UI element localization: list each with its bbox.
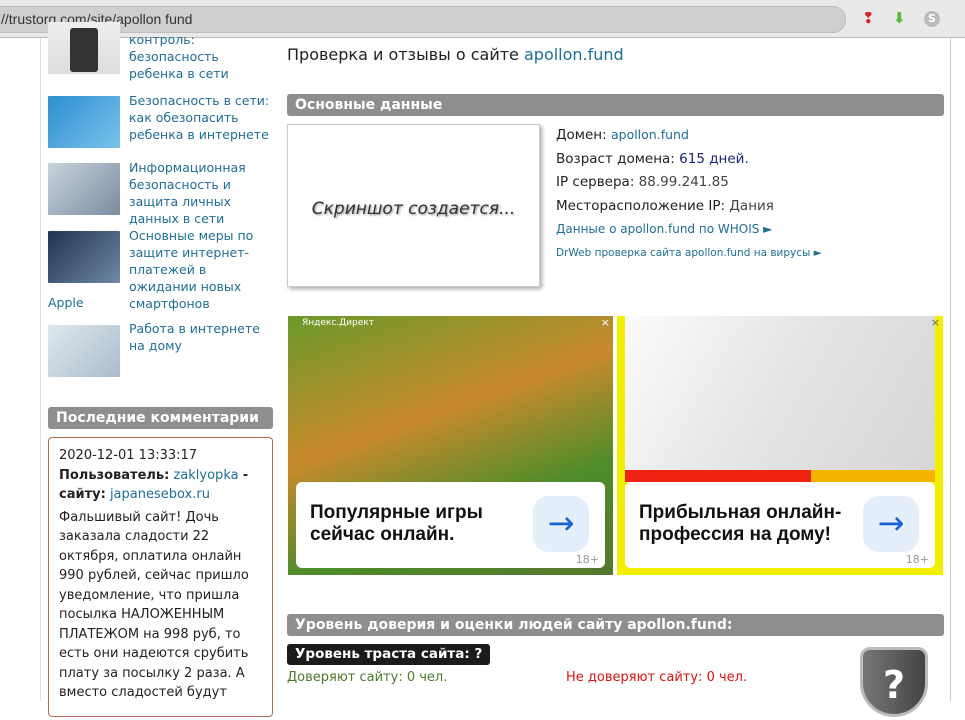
shield-question-icon: ? [860, 647, 928, 717]
whois-link[interactable]: Данные о apollon.fund по WHOIS ► [556, 218, 822, 242]
trust-header: Уровень доверия и оценки людей сайту apo… [287, 614, 944, 636]
domain-info: Домен: apollon.fund Возраст домена: 615 … [556, 123, 822, 265]
arrow-right-icon[interactable]: → [863, 496, 919, 552]
ad-text: Прибыльная онлайн-профессия на дому! [639, 502, 842, 545]
trust-level-badge: Уровень траста сайта: ? [287, 644, 491, 665]
article-link[interactable]: Работа в интернете на дому [129, 320, 275, 354]
site-label: сайту: [59, 487, 106, 502]
ad-card[interactable]: Прибыльная онлайн-профессия на дому! → 1… [625, 482, 935, 568]
article-thumbnail[interactable] [48, 231, 120, 283]
comment-user-link[interactable]: zaklyopka [173, 468, 238, 483]
article-thumbnail[interactable] [48, 325, 120, 377]
ad-label: Яндекс.Директ [302, 318, 374, 328]
ip-label: IP сервера: [556, 174, 635, 190]
article-thumbnail[interactable] [48, 163, 120, 215]
site-screenshot: Скриншот создается... [287, 124, 540, 287]
age-rating: 18+ [575, 553, 599, 566]
ad-close-icon[interactable]: × [931, 316, 940, 329]
trust-no-count: Не доверяют сайту: 0 чел. [566, 670, 748, 685]
domain-label: Домен: [556, 127, 607, 143]
comments-header: Последние комментарии [48, 407, 273, 429]
separator: - [242, 467, 249, 483]
trust-yes-count: Доверяют сайту: 0 чел. [287, 670, 448, 685]
location-value: Дания [729, 197, 774, 214]
divider [950, 38, 951, 701]
pin-icon[interactable]: ❢ [862, 9, 875, 27]
drweb-link[interactable]: DrWeb проверка сайта apollon.fund на вир… [556, 242, 822, 266]
user-label: Пользователь: [59, 467, 170, 483]
s-extension-icon[interactable]: S [924, 11, 940, 27]
ad-card[interactable]: Популярные игры сейчас онлайн. → 18+ [296, 482, 605, 568]
ad-banner-profession[interactable]: × Прибыльная онлайн-профессия на дому! →… [617, 316, 943, 575]
divider [40, 38, 41, 701]
comment-card: 2020-12-01 13:33:17 Пользователь: zaklyo… [48, 437, 273, 717]
age-label: Возраст домена: [556, 150, 675, 167]
article-thumbnail[interactable] [48, 22, 120, 74]
page-title: Проверка и отзывы о сайте apollon.fund [287, 45, 624, 64]
ip-value: 88.99.241.85 [638, 174, 729, 190]
ad-banner-games[interactable]: Яндекс.Директ × Популярные игры сейчас о… [288, 316, 613, 575]
title-prefix: Проверка и отзывы о сайте [287, 45, 519, 64]
article-link-tail[interactable]: Apple [48, 294, 194, 311]
age-rating: 18+ [905, 553, 929, 566]
arrow-right-icon[interactable]: → [533, 496, 589, 552]
domain-age: 615 дней. [679, 150, 749, 167]
location-label: Месторасположение IP: [556, 197, 726, 214]
comment-date: 2020-12-01 13:33:17 [59, 448, 198, 463]
title-domain-link[interactable]: apollon.fund [524, 45, 624, 64]
article-link[interactable]: Безопасность в сети: как обезопасить реб… [129, 92, 275, 143]
address-bar[interactable]: //trustorg com/site/apollon fund [0, 6, 846, 33]
download-icon[interactable]: ⬇ [893, 9, 906, 27]
basic-data-header: Основные данные [287, 94, 944, 116]
comment-text: Фальшивый сайт! Дочь заказала сладости 2… [59, 509, 249, 701]
comment-site-link[interactable]: japanesebox.ru [110, 487, 210, 502]
screenshot-placeholder: Скриншот создается... [311, 199, 516, 219]
ad-text: Популярные игры сейчас онлайн. [310, 502, 483, 545]
article-link[interactable]: контроль: безопасность ребенка в сети [129, 31, 275, 82]
article-thumbnail[interactable] [48, 96, 120, 148]
article-link[interactable]: Информационная безопасность и защита лич… [129, 159, 275, 227]
domain-link[interactable]: apollon.fund [611, 127, 689, 142]
ad-close-icon[interactable]: × [601, 316, 610, 329]
